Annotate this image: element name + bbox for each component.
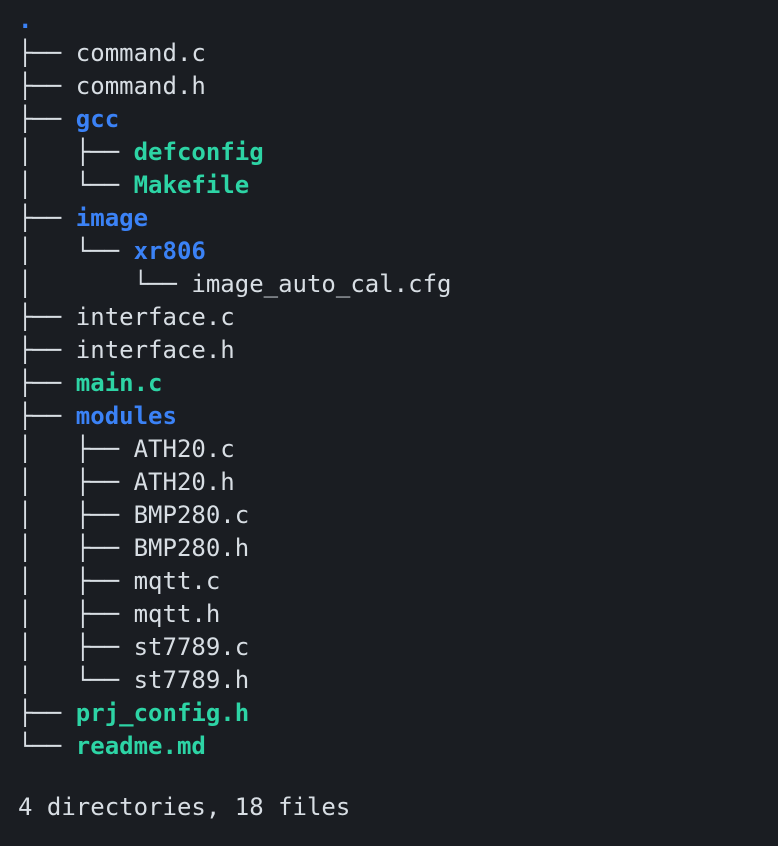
tree-entry: command.c	[76, 39, 206, 67]
tree-entry: interface.c	[76, 303, 235, 331]
tree-root: .	[18, 6, 32, 34]
tree-output: . ├── command.c ├── command.h ├── gcc │ …	[0, 0, 778, 763]
tree-entry: modules	[76, 402, 177, 430]
tree-entry: command.h	[76, 72, 206, 100]
tree-entry: ATH20.c	[134, 435, 235, 463]
tree-entry: xr806	[134, 237, 206, 265]
tree-entry: mqtt.c	[134, 567, 221, 595]
tree-entry: BMP280.c	[134, 501, 250, 529]
tree-entry: readme.md	[76, 732, 206, 760]
tree-entry: defconfig	[134, 138, 264, 166]
tree-entry: interface.h	[76, 336, 235, 364]
tree-entry: gcc	[76, 105, 119, 133]
tree-entry: main.c	[76, 369, 163, 397]
tree-entry: Makefile	[134, 171, 250, 199]
tree-entry: image_auto_cal.cfg	[191, 270, 451, 298]
tree-entry: st7789.h	[134, 666, 250, 694]
tree-entry: BMP280.h	[134, 534, 250, 562]
tree-entry: mqtt.h	[134, 600, 221, 628]
tree-entry: prj_config.h	[76, 699, 249, 727]
tree-entry: ATH20.h	[134, 468, 235, 496]
tree-summary: 4 directories, 18 files	[0, 791, 778, 824]
tree-entry: st7789.c	[134, 633, 250, 661]
tree-entry: image	[76, 204, 148, 232]
